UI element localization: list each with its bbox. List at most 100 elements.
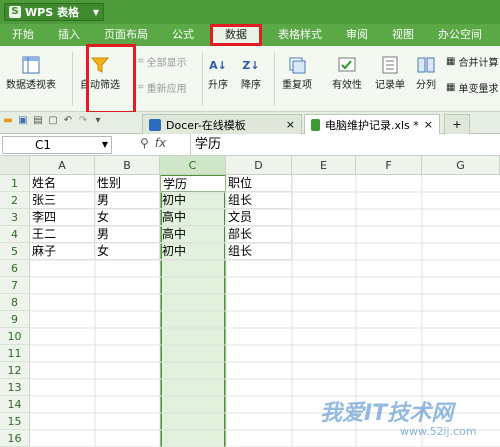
validity-button[interactable]: 有效性 <box>332 54 362 91</box>
watermark-url: www.52ij.com <box>400 425 477 438</box>
menu-review[interactable]: 审阅 <box>334 24 380 46</box>
fx-area: ⚲ fx <box>140 136 166 150</box>
tab-workbook-label: 电脑维护记录.xls * <box>324 118 419 132</box>
select-all-corner[interactable] <box>0 156 30 175</box>
formula-input[interactable]: 学历 <box>190 134 221 156</box>
menu-page-layout[interactable]: 页面布局 <box>92 24 160 46</box>
row-header[interactable]: 16 <box>0 430 30 447</box>
ribbon: 数据透视表 自动筛选 ⌗ 全部显示 ⌗ 重新应用 A↓ 升序 Z↓ 降序 重复项… <box>0 46 500 112</box>
row-header[interactable]: 6 <box>0 260 30 277</box>
show-all-button[interactable]: ⌗ 全部显示 <box>138 54 187 69</box>
duplicates-label: 重复项 <box>282 80 312 91</box>
merge-calc-label: 合并计算 <box>458 58 499 69</box>
column-header[interactable]: B <box>95 156 160 175</box>
what-if-label: 单变量求 <box>458 84 499 95</box>
sort-descending-button[interactable]: Z↓ 降序 <box>240 54 262 92</box>
ribbon-divider <box>202 52 203 106</box>
menu-office-space[interactable]: 办公空间 <box>426 24 494 46</box>
validity-label: 有效性 <box>332 80 362 91</box>
column-header[interactable]: F <box>356 156 422 175</box>
wps-logo-icon: S <box>9 6 21 18</box>
reapply-icon: ⌗ <box>138 82 144 93</box>
name-box[interactable]: C1 ▼ <box>2 136 112 154</box>
row-header[interactable]: 5 <box>0 243 30 260</box>
sort-ascending-label: 升序 <box>208 80 228 91</box>
menu-bar: 开始 插入 页面布局 公式 数据 表格样式 审阅 视图 办公空间 <box>0 24 500 46</box>
column-header[interactable]: C <box>160 156 226 175</box>
undo-icon[interactable]: ↶ <box>62 115 74 127</box>
split-columns-label: 分列 <box>416 80 436 91</box>
redo-icon[interactable]: ↷ <box>77 115 89 127</box>
show-all-label: 全部显示 <box>146 58 187 69</box>
reapply-label: 重新应用 <box>146 84 187 95</box>
records-icon <box>379 54 401 76</box>
reapply-button[interactable]: ⌗ 重新应用 <box>138 80 187 95</box>
row-header[interactable]: 3 <box>0 209 30 226</box>
save-icon[interactable]: ▣ <box>17 115 29 127</box>
cell-reference: C1 <box>35 138 52 152</box>
duplicates-icon <box>286 54 308 76</box>
column-header[interactable]: E <box>292 156 356 175</box>
row-header[interactable]: 14 <box>0 396 30 413</box>
menu-formula[interactable]: 公式 <box>160 24 206 46</box>
new-tab-button[interactable]: + <box>444 114 470 134</box>
print-icon[interactable]: ▤ <box>32 115 44 127</box>
merge-calc-button[interactable]: ▦ 合并计算 <box>446 54 498 69</box>
records-label: 记录单 <box>375 80 405 91</box>
row-header[interactable]: 12 <box>0 362 30 379</box>
records-button[interactable]: 记录单 <box>375 54 405 91</box>
pivot-table-button[interactable]: 数据透视表 <box>6 54 56 91</box>
menu-table-style[interactable]: 表格样式 <box>266 24 334 46</box>
menu-insert[interactable]: 插入 <box>46 24 92 46</box>
close-icon[interactable]: × <box>286 118 295 131</box>
show-all-icon: ⌗ <box>138 56 144 67</box>
duplicates-button[interactable]: 重复项 <box>282 54 312 91</box>
row-header[interactable]: 15 <box>0 413 30 430</box>
split-columns-button[interactable]: 分列 <box>415 54 437 91</box>
docer-icon <box>149 118 161 131</box>
sort-descending-icon: Z↓ <box>242 58 260 72</box>
row-header[interactable]: 9 <box>0 311 30 328</box>
row-header[interactable]: 8 <box>0 294 30 311</box>
row-header[interactable]: 13 <box>0 379 30 396</box>
spreadsheet-icon <box>311 118 320 131</box>
what-if-icon: ▦ <box>446 82 456 93</box>
folder-icon[interactable]: ▬ <box>2 115 14 127</box>
formula-bar: C1 ▼ ⚲ fx 学历 <box>0 134 500 156</box>
zoom-icon[interactable]: ⚲ <box>140 136 149 150</box>
column-header[interactable]: A <box>30 156 95 175</box>
chevron-down-icon: ▼ <box>101 140 108 149</box>
app-title: WPS 表格 <box>25 6 79 19</box>
menu-data[interactable]: 数据 <box>210 24 262 46</box>
plus-icon: + <box>452 118 462 131</box>
tab-docer-label: Docer-在线模板 <box>166 118 246 132</box>
close-icon[interactable]: × <box>424 118 433 131</box>
qat-more-icon[interactable]: ▾ <box>92 115 104 127</box>
document-tabs-row: ▬ ▣ ▤ ▢ ↶ ↷ ▾ Docer-在线模板 × 电脑维护记录.xls * … <box>0 112 500 134</box>
app-menu-button[interactable]: S WPS 表格 ▼ <box>4 3 104 21</box>
row-header[interactable]: 4 <box>0 226 30 243</box>
preview-icon[interactable]: ▢ <box>47 115 59 127</box>
what-if-button[interactable]: ▦ 单变量求 <box>446 80 498 95</box>
row-header[interactable]: 10 <box>0 328 30 345</box>
row-header[interactable]: 1 <box>0 175 30 192</box>
sort-ascending-icon: A↓ <box>209 58 227 72</box>
fx-icon[interactable]: fx <box>155 136 166 150</box>
row-header[interactable]: 2 <box>0 192 30 209</box>
menu-home[interactable]: 开始 <box>0 24 46 46</box>
row-header[interactable]: 11 <box>0 345 30 362</box>
sort-ascending-button[interactable]: A↓ 升序 <box>207 54 229 92</box>
tab-docer[interactable]: Docer-在线模板 × <box>142 114 302 134</box>
pivot-table-icon <box>20 54 42 76</box>
column-header[interactable]: D <box>226 156 292 175</box>
autofilter-highlight <box>86 44 136 114</box>
row-header[interactable]: 7 <box>0 277 30 294</box>
quick-access-toolbar: ▬ ▣ ▤ ▢ ↶ ↷ ▾ <box>2 115 104 127</box>
tab-workbook[interactable]: 电脑维护记录.xls * × <box>304 114 440 134</box>
column-header[interactable]: G <box>422 156 500 175</box>
ribbon-divider <box>72 52 73 106</box>
sort-descending-label: 降序 <box>241 80 261 91</box>
watermark: 我爱IT技术网 <box>320 401 454 426</box>
validity-icon <box>336 54 358 76</box>
menu-view[interactable]: 视图 <box>380 24 426 46</box>
